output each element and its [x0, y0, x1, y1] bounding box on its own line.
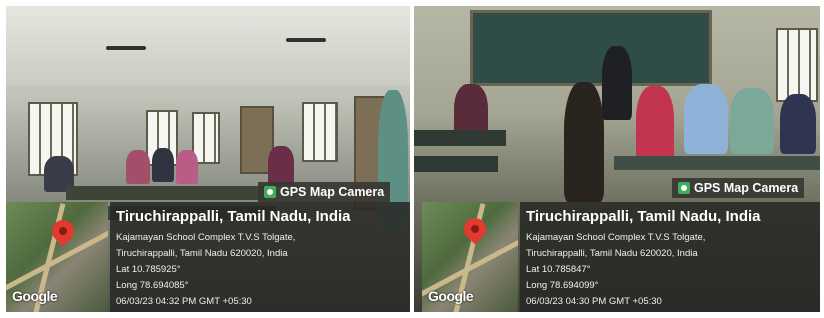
window: [776, 28, 818, 102]
desk-row: [414, 156, 498, 172]
location-title: Tiruchirappalli, Tamil Nadu, India: [116, 208, 351, 225]
student: [126, 150, 150, 184]
standing-teacher: [602, 46, 632, 120]
student: [268, 146, 294, 186]
student: [636, 86, 674, 166]
google-logo: Google: [12, 288, 58, 304]
timestamp: 06/03/23 04:30 PM GMT +05:30: [526, 296, 662, 307]
blackboard: [470, 10, 712, 86]
longitude: Long 78.694099°: [526, 280, 599, 291]
map-thumbnail: Google: [422, 202, 518, 312]
student: [564, 82, 604, 202]
google-logo: Google: [428, 288, 474, 304]
map-thumbnail: Google: [6, 202, 108, 312]
desk-row: [614, 156, 820, 170]
desk-row: [66, 186, 266, 200]
timestamp: 06/03/23 04:32 PM GMT +05:30: [116, 296, 252, 307]
address-line-1: Kajamayan School Complex T.V.S Tolgate,: [116, 232, 296, 243]
geotag-overlay: Tiruchirappalli, Tamil Nadu, India Kajam…: [110, 202, 410, 312]
window: [302, 102, 338, 162]
student: [684, 84, 728, 154]
camera-pin-icon: [264, 186, 276, 198]
ceiling-fan: [106, 46, 146, 50]
badge-label: GPS Map Camera: [280, 185, 385, 199]
latitude: Lat 10.785847°: [526, 264, 591, 275]
student: [730, 88, 774, 154]
ceiling-fan: [286, 38, 326, 42]
location-title: Tiruchirappalli, Tamil Nadu, India: [526, 208, 761, 225]
map-pin-icon: [459, 213, 491, 245]
desk-row: [414, 130, 506, 146]
address-line-1: Kajamayan School Complex T.V.S Tolgate,: [526, 232, 706, 243]
address-line-2: Tiruchirappalli, Tamil Nadu 620020, Indi…: [116, 248, 288, 259]
classroom-photo-left: Google GPS Map Camera Tiruchirappalli, T…: [6, 6, 410, 312]
gps-map-camera-badge: GPS Map Camera: [258, 182, 391, 202]
student: [152, 148, 174, 182]
student: [780, 94, 816, 154]
ceiling: [6, 6, 410, 86]
student: [176, 150, 198, 184]
latitude: Lat 10.785925°: [116, 264, 181, 275]
geotag-overlay: Tiruchirappalli, Tamil Nadu, India Kajam…: [520, 202, 820, 312]
address-line-2: Tiruchirappalli, Tamil Nadu 620020, Indi…: [526, 248, 698, 259]
badge-label: GPS Map Camera: [694, 181, 799, 195]
longitude: Long 78.694085°: [116, 280, 189, 291]
camera-pin-icon: [678, 182, 690, 194]
classroom-photo-right: Google GPS Map Camera Tiruchirappalli, T…: [414, 6, 820, 312]
gps-map-camera-badge: GPS Map Camera: [672, 178, 805, 198]
